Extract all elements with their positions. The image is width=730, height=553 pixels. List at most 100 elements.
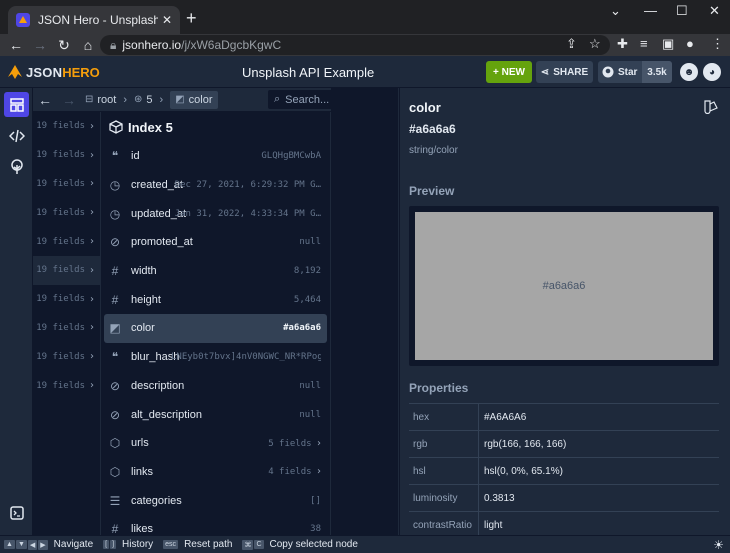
quote-icon: ❝ (111, 149, 119, 164)
list-item[interactable]: 19 fields › (33, 314, 100, 343)
jsonhero-favicon-icon (16, 13, 30, 27)
app-header: JSON HERO Unsplash API Example + NEW ⋖ S… (0, 56, 730, 88)
discord-icon[interactable]: ◕ (703, 63, 721, 81)
address-bar[interactable]: 🔒︎ jsonhero.io/j/xW6aDgcbKgwC (100, 35, 610, 55)
close-tab-icon[interactable]: ✕ (162, 13, 172, 27)
close-window-icon[interactable]: ✕ (709, 3, 720, 19)
eye-off-icon: ⊘ (109, 407, 121, 422)
browser-menu-icon[interactable]: ⋮ (711, 36, 724, 52)
shortcut-copy: ⌘ C Copy selected node (242, 539, 358, 550)
profile-icon[interactable]: ● (686, 36, 694, 51)
browser-tab[interactable]: JSON Hero - Unsplash API Example ✕ (8, 6, 180, 34)
index-column: Index 5 ❝ id GLQHgBMCwbA ◷ created_at Dec 27… (101, 112, 331, 535)
field-row-links[interactable]: ⬡ links 4 fields › (104, 458, 327, 487)
list-item[interactable]: 19 fields › (33, 112, 100, 141)
breadcrumb-index[interactable]: ⊛ 5 (134, 94, 153, 106)
share-icon: ⋖ (540, 66, 550, 78)
field-row-id[interactable]: ❝ id GLQHgBMCwbA (104, 142, 327, 171)
list-item[interactable]: 19 fields › (33, 285, 100, 314)
search-placeholder: Search... (285, 93, 330, 106)
breadcrumb-current[interactable]: ◩ color (170, 90, 218, 109)
left-rail (0, 88, 33, 535)
field-row-urls[interactable]: ⬡ urls 5 fields › (104, 429, 327, 458)
color-swatch-icon: ◩ (175, 94, 185, 105)
new-button[interactable]: + NEW (486, 61, 532, 83)
forward-icon[interactable]: → (28, 37, 52, 53)
color-swatch-icon[interactable] (704, 100, 718, 114)
home-icon[interactable]: ⌂ (76, 37, 100, 53)
parent-column: 19 fields › 19 fields › 19 fields › 19 fiel… (33, 112, 101, 535)
color-preview: #a6a6a6 (409, 206, 719, 366)
list-item[interactable]: 19 fields › (33, 227, 100, 256)
terminal-icon[interactable] (4, 500, 29, 525)
path-back-icon[interactable]: ← (33, 92, 57, 108)
list-item-selected[interactable]: 19 fields › (33, 255, 100, 285)
reload-icon[interactable]: ↻ (52, 37, 76, 54)
shortcut-footer: ▲ ▼ ◀ ▶ Navigate [] History esc Reset path … (0, 535, 730, 553)
back-icon[interactable]: ← (4, 37, 28, 53)
side-panel-icon[interactable]: ▣ (662, 36, 674, 52)
tab-search-icon[interactable]: ⌄ (610, 3, 621, 19)
star-count: 3.5k (642, 61, 672, 83)
new-tab-icon[interactable]: + (186, 8, 197, 29)
field-row-blur-hash[interactable]: ❝ blur_hash LNEyb0t7bvx]4nV0NGWC_NR*RPog (104, 343, 327, 372)
eye-off-icon: ⊘ (109, 235, 121, 250)
lock-icon[interactable]: 🔒︎ (110, 38, 116, 53)
selected-field-value: #a6a6a6 (409, 122, 456, 136)
field-row-updated-at[interactable]: ◷ updated_at Jan 31, 2022, 4:33:34 PM G… (104, 199, 327, 228)
field-row-width[interactable]: # width 8,192 (104, 257, 327, 286)
browser-tab-bar: JSON Hero - Unsplash API Example ✕ + ⌄ —… (0, 0, 730, 34)
logo-text-hero: HERO (62, 64, 100, 80)
eye-off-icon: ⊘ (109, 378, 121, 393)
shortcut-history: [] History (103, 539, 154, 550)
field-row-created-at[interactable]: ◷ created_at Dec 27, 2021, 6:29:32 PM G… (104, 171, 327, 200)
quote-icon: ❝ (111, 350, 119, 365)
field-row-alt-description[interactable]: ⊘ alt_description null (104, 400, 327, 429)
shortcut-reset: esc Reset path (163, 539, 233, 550)
jsonhero-logo[interactable]: JSON HERO (6, 63, 100, 81)
share-label: SHARE (553, 66, 589, 78)
list-item[interactable]: 19 fields › (33, 342, 100, 371)
list-item[interactable]: 19 fields › (33, 141, 100, 170)
selected-field-type: string/color (409, 145, 458, 156)
hash-icon: # (111, 292, 119, 307)
github-star-button[interactable]: Star 3.5k (598, 61, 672, 83)
color-swatch-icon: ◩ (109, 321, 121, 336)
chevron-right-icon: › (159, 93, 164, 106)
bookmark-star-icon[interactable]: ☆ (589, 36, 601, 52)
path-forward-icon[interactable]: → (57, 92, 81, 108)
property-row: hex #A6A6A6 (409, 403, 719, 430)
property-row: contrastRatio light (409, 511, 719, 535)
field-row-description[interactable]: ⊘ description null (104, 372, 327, 401)
theme-toggle-icon[interactable]: ☀ (713, 538, 724, 552)
share-page-icon[interactable]: ⇪ (566, 36, 577, 52)
column-view-icon[interactable] (4, 92, 29, 117)
cube-icon (109, 120, 123, 134)
url-text: jsonhero.io/j/xW6aDgcbKgwC (122, 38, 282, 52)
maximize-icon[interactable]: ☐ (676, 3, 688, 19)
property-row: rgb rgb(166, 166, 166) (409, 430, 719, 457)
list-item[interactable]: 19 fields › (33, 371, 100, 400)
list-item[interactable]: 19 fields › (33, 170, 100, 199)
minimize-icon[interactable]: — (644, 3, 657, 18)
extensions-icon[interactable]: ✚ (617, 36, 628, 52)
list-item[interactable]: 19 fields › (33, 198, 100, 227)
field-row-height[interactable]: # height 5,464 (104, 285, 327, 314)
field-row-likes[interactable]: # likes 38 (104, 515, 327, 535)
reading-list-icon[interactable]: ≡ (640, 36, 648, 51)
selected-field-name: color (409, 100, 441, 115)
field-row-categories[interactable]: ☰ categories[] (104, 486, 327, 515)
share-button[interactable]: ⋖ SHARE (536, 61, 593, 83)
breadcrumb-root[interactable]: ⊟ root (85, 94, 116, 106)
hash-icon: # (111, 522, 119, 535)
clock-icon: ◷ (109, 178, 121, 193)
shortcut-navigate: ▲ ▼ ◀ ▶ Navigate (4, 539, 94, 550)
cube-icon: ⊛ (134, 94, 143, 105)
document-title[interactable]: Unsplash API Example (242, 65, 374, 80)
sponsor-icon[interactable]: ☻ (680, 63, 698, 81)
field-row-promoted-at[interactable]: ⊘ promoted_at null (104, 228, 327, 257)
field-row-color[interactable]: ◩ color #a6a6a6 (104, 314, 327, 343)
child-column (331, 88, 399, 535)
code-view-icon[interactable] (4, 123, 29, 148)
tree-view-icon[interactable] (4, 154, 29, 179)
